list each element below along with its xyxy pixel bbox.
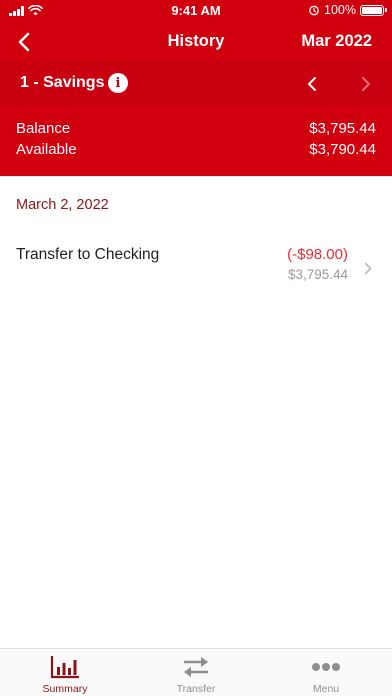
more-dots-icon — [261, 655, 391, 679]
transaction-date-header: March 2, 2022 — [16, 197, 109, 213]
next-account-button[interactable] — [356, 73, 376, 95]
status-bar: 9:41 AM 100% — [0, 0, 392, 22]
transaction-description: Transfer to Checking — [16, 246, 160, 263]
balance-row: Balance $3,795.44 — [16, 120, 376, 140]
tab-label: Transfer — [176, 683, 216, 695]
nav-bar: History Mar 2022 — [0, 22, 392, 62]
available-label: Available — [16, 141, 77, 158]
transfer-arrows-icon — [131, 655, 261, 679]
tab-bar: Summary Transfer Menu — [0, 648, 392, 696]
transaction-amount: (-$98.00) — [287, 246, 348, 263]
tab-label: Menu — [312, 683, 340, 695]
info-icon[interactable]: i — [108, 73, 128, 93]
tab-summary[interactable]: Summary — [0, 649, 130, 696]
transaction-row[interactable]: Transfer to Checking (-$98.00) $3,795.44 — [0, 232, 392, 292]
battery-icon — [360, 4, 387, 16]
chevron-right-icon — [362, 77, 370, 91]
transaction-running-balance: $3,795.44 — [287, 267, 348, 282]
status-right: 100% — [308, 3, 387, 17]
balance-summary: Balance $3,795.44 Available $3,790.44 — [0, 106, 392, 176]
available-value: $3,790.44 — [309, 141, 376, 158]
alarm-icon — [309, 5, 319, 16]
chevron-left-icon — [308, 77, 316, 91]
bar-chart-icon — [0, 655, 130, 679]
account-header: 1 - Savings i — [0, 62, 392, 106]
tab-transfer[interactable]: Transfer — [131, 649, 261, 696]
account-name: 1 - Savings — [20, 74, 105, 91]
tab-label: Summary — [42, 683, 88, 695]
balance-value: $3,795.44 — [309, 120, 376, 137]
period-selector[interactable]: Mar 2022 — [301, 32, 372, 51]
battery-percent: 100% — [324, 3, 356, 17]
balance-label: Balance — [16, 120, 71, 137]
available-row: Available $3,790.44 — [16, 141, 376, 161]
divider — [0, 176, 392, 177]
previous-account-button[interactable] — [302, 73, 322, 95]
tab-menu[interactable]: Menu — [261, 649, 391, 696]
chevron-right-icon — [362, 260, 374, 276]
